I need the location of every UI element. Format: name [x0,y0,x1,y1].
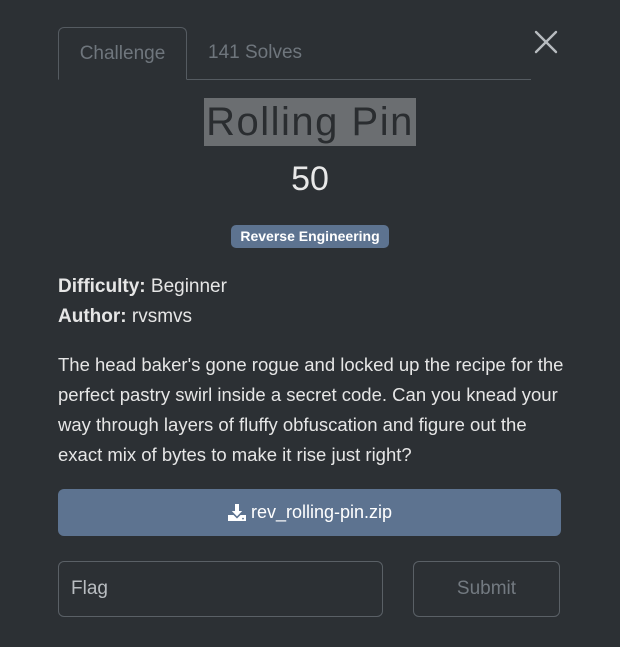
difficulty-value: Beginner [150,276,227,297]
download-filename: rev_rolling-pin.zip [250,502,393,522]
challenge-points: 50 [291,160,329,198]
tab-solves[interactable]: 141 Solves [208,27,302,79]
tab-bar: Challenge 141 Solves [58,27,531,80]
author-row: Author: rvsmvs [58,302,227,332]
challenge-title: Rolling Pin [204,98,416,146]
flag-input[interactable] [58,561,383,617]
tab-challenge[interactable]: Challenge [58,27,187,80]
challenge-modal: Challenge 141 Solves Rolling Pin 50 Reve… [0,0,620,647]
difficulty-label: Difficulty: [58,276,146,297]
download-file-button[interactable]: rev_rolling-pin.zip [58,489,561,536]
challenge-description: The head baker's gone rogue and locked u… [58,354,564,465]
submit-button[interactable]: Submit [413,561,560,617]
author-value: rvsmvs [131,306,193,327]
title-container: Rolling Pin [0,98,620,146]
close-button[interactable] [532,28,560,56]
difficulty-row: Difficulty: Beginner [58,272,227,302]
download-icon [227,503,246,521]
category-badge: Reverse Engineering [231,225,389,248]
challenge-meta: Difficulty: Beginner Author: rvsmvs [58,272,227,332]
category-container: Reverse Engineering [0,225,620,248]
close-icon[interactable] [532,28,560,56]
author-label: Author: [58,306,127,327]
